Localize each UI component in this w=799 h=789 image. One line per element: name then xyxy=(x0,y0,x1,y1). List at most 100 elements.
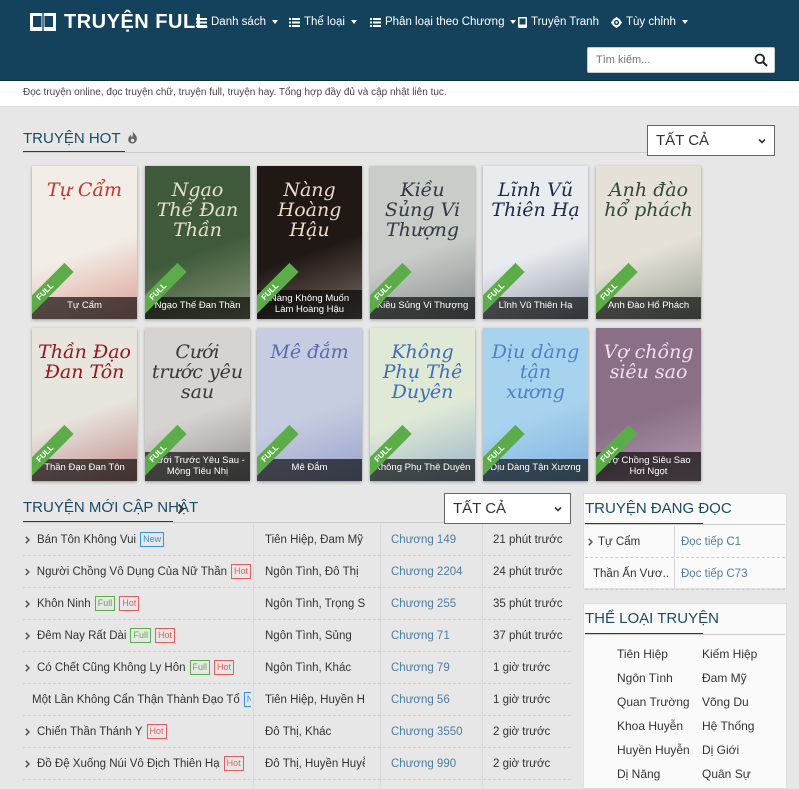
story-title-link[interactable]: Có Chết Cũng Không Ly Hôn xyxy=(37,662,186,674)
cover-art-text: Thần Đạo Đan Tôn xyxy=(38,341,131,383)
chevron-right-icon xyxy=(25,663,30,672)
search-input[interactable] xyxy=(588,48,748,72)
story-title-link[interactable]: Chiến Thần Thánh Y xyxy=(37,726,143,738)
hot-select-value: TẤT CẢ xyxy=(656,132,710,149)
search-icon[interactable] xyxy=(754,53,768,67)
reading-panel: TRUYỆN ĐANG ĐỌC Tự Cẩm Đọc tiếp C1 Thần Ấn… xyxy=(583,493,787,590)
new-updates-title-text: TRUYỆN MỚI CẬP NHẬT xyxy=(23,499,199,516)
update-row: Chiến Thần Thánh Y Hot Đô Thị, Khác Chương … xyxy=(23,716,571,748)
genre-link[interactable]: Dị Giới xyxy=(702,743,739,757)
chevron-right-icon xyxy=(25,599,30,608)
caret-down-icon xyxy=(510,20,517,24)
panel-separator xyxy=(585,524,785,525)
chapter-link[interactable]: Chương 149 xyxy=(391,524,481,555)
genre-link[interactable]: Tiên Hiệp xyxy=(617,647,668,661)
nav-danh-sach[interactable]: Danh sách xyxy=(196,14,278,30)
fire-icon xyxy=(128,131,138,144)
genre-link[interactable]: Quan Trường xyxy=(617,695,690,709)
caret-down-icon xyxy=(271,20,278,24)
cover-art-text: Kiều Sủng Vi Thượng xyxy=(384,179,461,241)
story-cover[interactable]: Mê đắm Mê Đắm FULL xyxy=(257,328,362,481)
nav-the-loai[interactable]: Thể loại xyxy=(289,14,357,30)
update-time: 1 giờ trước xyxy=(493,661,551,674)
story-cover[interactable]: Vợ chồng siêu sao Vợ Chồng Siêu Sao Hơi N… xyxy=(596,328,701,481)
update-time: 2 giờ trước xyxy=(493,725,551,738)
book-icon xyxy=(518,16,527,28)
story-title-link[interactable]: Bán Tôn Không Vui xyxy=(37,534,136,546)
continue-reading-link[interactable]: Đọc tiếp C73 xyxy=(674,558,747,589)
nav-phan-loai-chuong[interactable]: Phân loại theo Chương xyxy=(370,14,517,30)
chapter-link[interactable]: Chương 255 xyxy=(391,588,481,619)
story-cell: Đêm Nay Rất Dài Full Hot xyxy=(23,620,251,651)
nav-tuy-chinh[interactable]: Tùy chỉnh xyxy=(611,14,688,30)
chapter-link[interactable]: Chương 2204 xyxy=(391,556,481,587)
genre-cell: Đô Thị, Huyền Huyễn xyxy=(265,757,365,770)
top-navbar: TRUYỆN FULL Danh sách Thể loại Phân loại… xyxy=(0,0,799,81)
chevron-right-icon xyxy=(25,535,30,544)
genre-link[interactable]: Huyền Huyễn xyxy=(617,743,690,757)
genre-link[interactable]: Quân Sự xyxy=(702,767,751,781)
genre-link[interactable]: Hệ Thống xyxy=(702,719,754,733)
caret-down-icon xyxy=(350,20,357,24)
genre-cell: Ngôn Tình, Khác xyxy=(265,661,352,674)
cover-art-text: Không Phụ Thê Duyên xyxy=(382,341,463,403)
reading-story[interactable]: Tự Cẩm xyxy=(585,526,669,557)
chapter-link[interactable]: Chương 56 xyxy=(391,684,481,715)
continue-reading-link[interactable]: Đọc tiếp C1 xyxy=(674,526,741,557)
label-hot: Hot xyxy=(146,724,167,739)
reading-story[interactable]: Thần Ấn Vươ... xyxy=(585,558,669,589)
search-form xyxy=(587,47,775,73)
story-cover[interactable]: Không Phụ Thê Duyên Không Phụ Thê Duyên FU… xyxy=(370,328,475,481)
update-row: Bán Tôn Không Vui New Tiên Hiệp, Đam Mỹ Chư… xyxy=(23,524,571,556)
label-hot: Hot xyxy=(223,756,244,771)
story-cover[interactable]: Lĩnh Vũ Thiên Hạ Lĩnh Vũ Thiên Hạ FULL xyxy=(483,166,588,319)
genre-cell: Ngôn Tình, Sủng xyxy=(265,629,352,642)
story-title-link[interactable]: Người Chồng Vô Dụng Của Nữ Thần xyxy=(37,566,227,578)
update-row: Khôn NinhFullHot Ngôn Tình, Trọng Si... Ch… xyxy=(23,588,571,620)
story-cover[interactable]: Cưới trước yêu sau Cưới Trước Yêu Sau - M… xyxy=(145,328,250,481)
gear-icon xyxy=(611,16,622,28)
list-icon xyxy=(196,17,207,27)
chevron-right-icon[interactable] xyxy=(177,503,185,515)
nav-label: Tùy chỉnh xyxy=(626,16,676,28)
story-title-link[interactable]: Đồ Đệ Xuống Núi Vô Địch Thiên Hạ xyxy=(37,758,220,770)
cover-art-text: Mê đắm xyxy=(270,341,349,363)
update-time: 35 phút trước xyxy=(493,597,563,610)
hot-category-select[interactable]: TẤT CẢ xyxy=(647,125,775,156)
story-cover[interactable]: Ngạo Thế Đan Thần Ngạo Thế Đan Thần FULL xyxy=(145,166,250,319)
new-updates-category-select[interactable]: TẤT CẢ xyxy=(444,493,571,524)
label-full: Full xyxy=(94,596,116,611)
site-logo[interactable]: TRUYỆN FULL xyxy=(29,9,208,35)
genre-link[interactable]: Khoa Huyễn xyxy=(617,719,683,733)
story-cover[interactable]: Anh đào hổ phách Anh Đào Hổ Phách FULL xyxy=(596,166,701,319)
nav-truyen-tranh[interactable]: Truyện Tranh xyxy=(518,14,599,30)
genre-link[interactable]: Ngôn Tình xyxy=(617,671,673,685)
update-row: Có Chết Cũng Không Ly Hôn Full Hot Ngôn Tìn… xyxy=(23,652,571,684)
genre-link[interactable]: Dị Năng xyxy=(617,767,660,781)
story-title-link[interactable]: Đêm Nay Rất Dài xyxy=(37,630,126,642)
story-cell: Bán Tôn Không Vui New xyxy=(23,524,251,555)
genre-link[interactable]: Kiếm Hiệp xyxy=(702,647,757,661)
story-cover[interactable]: Tự Cẩm Tự Cẩm FULL xyxy=(32,166,137,319)
list-icon xyxy=(370,17,381,27)
hot-section-title[interactable]: TRUYỆN HOT xyxy=(23,130,138,147)
story-title-link[interactable]: Một Lần Không Cẩn Thận Thành Đạo Tổ xyxy=(32,694,240,706)
story-cover[interactable]: Dịu dàng tận xương Dịu Dàng Tận Xương FULL xyxy=(483,328,588,481)
chapter-link[interactable]: Chương 71 xyxy=(391,620,481,651)
chapter-link[interactable]: Chương 990 xyxy=(391,748,481,779)
genre-panel-title: THỂ LOẠI TRUYỆN xyxy=(585,610,719,627)
story-cover[interactable]: Nàng Hoàng Hậu Nàng Không Muốn Làm Hoàng … xyxy=(257,166,362,319)
chapter-link[interactable]: Chương 79 xyxy=(391,652,481,683)
cover-title: Kiều Sủng Vi Thượng xyxy=(370,297,475,319)
new-updates-title[interactable]: TRUYỆN MỚI CẬP NHẬT xyxy=(23,499,198,516)
story-cover[interactable]: Kiều Sủng Vi Thượng Kiều Sủng Vi Thượng FU… xyxy=(370,166,475,319)
story-cover[interactable]: Thần Đạo Đan Tôn Thần Đạo Đan Tôn FULL xyxy=(32,328,137,481)
chapter-link[interactable]: Chương 3550 xyxy=(391,716,481,747)
update-row: Đêm Nay Rất Dài Full Hot Ngôn Tình, Sủng Chư… xyxy=(23,620,571,652)
genre-link[interactable]: Võng Du xyxy=(702,695,749,709)
cover-title: Ngạo Thế Đan Thần xyxy=(145,297,250,319)
story-title-link[interactable]: Khôn Ninh xyxy=(37,598,91,610)
cover-title: Dịu Dàng Tận Xương xyxy=(483,459,588,481)
nav-label: Truyện Tranh xyxy=(531,16,599,28)
genre-link[interactable]: Đam Mỹ xyxy=(702,671,747,685)
